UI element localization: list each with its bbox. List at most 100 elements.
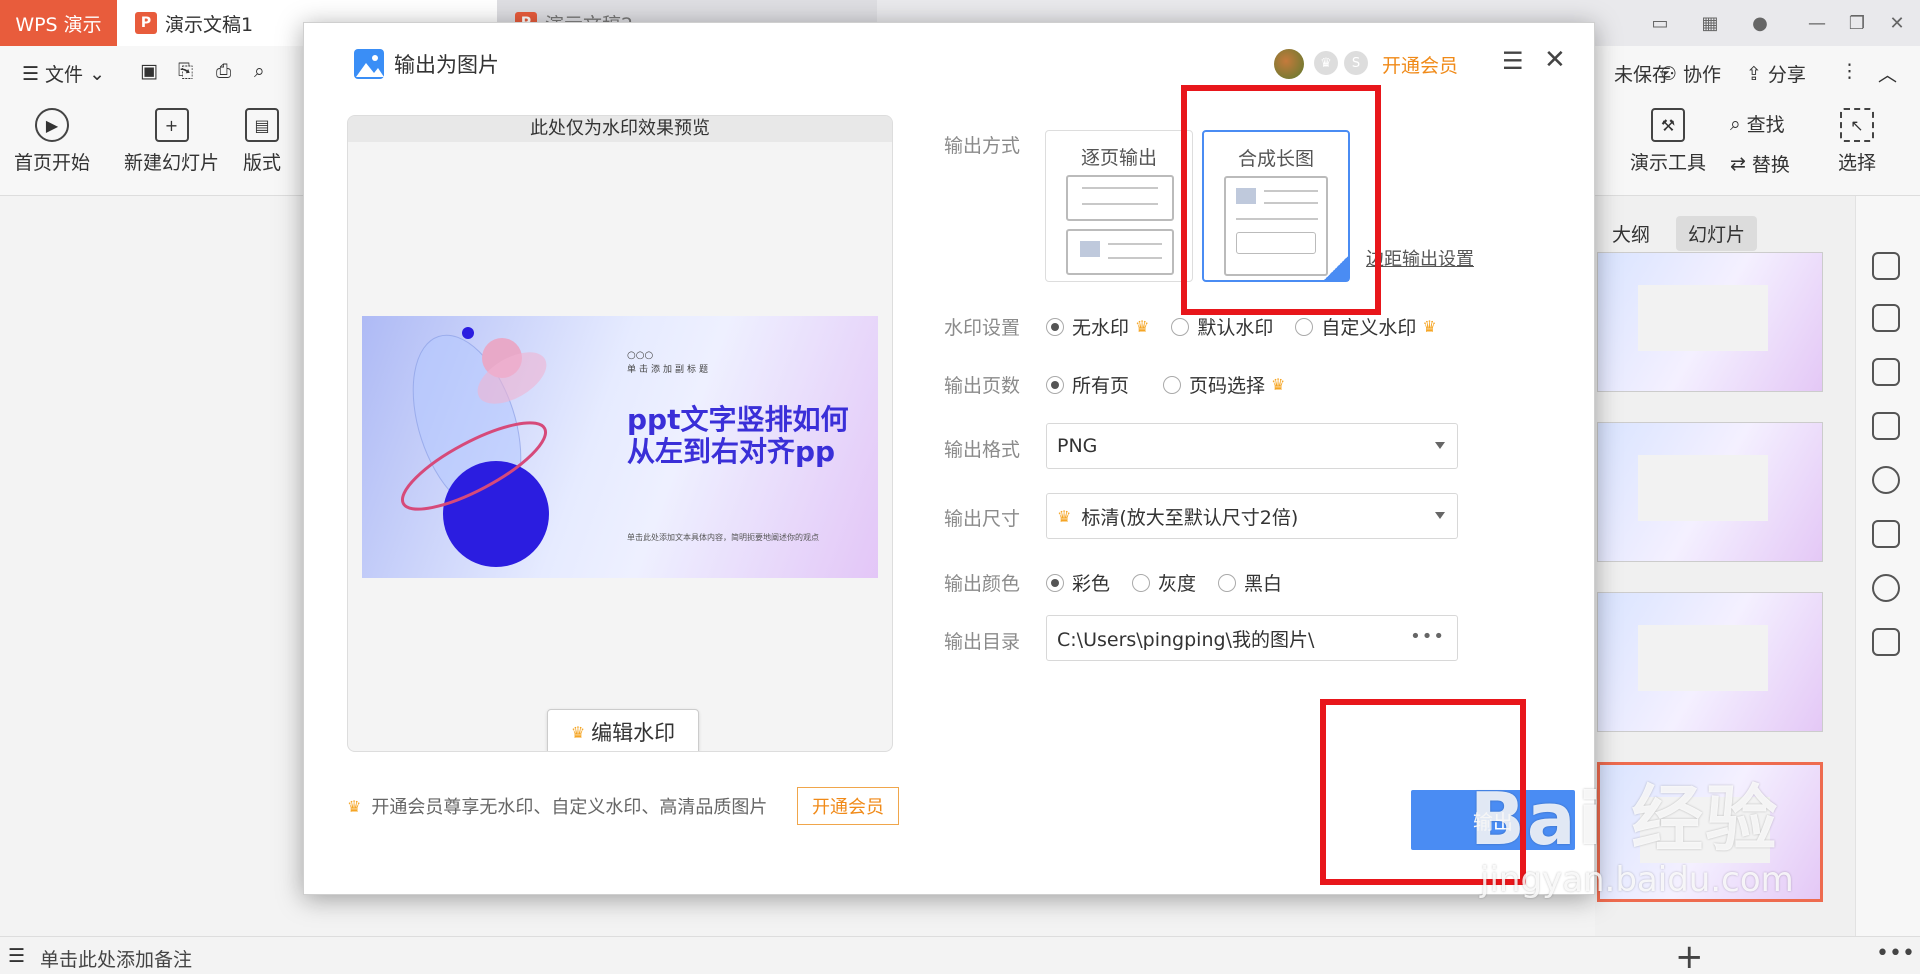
- dropdown-caret-icon: [1435, 512, 1445, 519]
- collapse-ribbon-icon[interactable]: ︿: [1878, 60, 1897, 87]
- open-vip-link[interactable]: 开通会员: [1382, 51, 1458, 78]
- crown-icon: ♛: [570, 722, 586, 742]
- presentation-tools-button[interactable]: ⚒ 演示工具: [1630, 108, 1706, 175]
- preview-header: 此处仅为水印效果预览: [348, 116, 892, 142]
- vip-crown-badge-icon: ♛: [1314, 51, 1338, 75]
- per-page-output-label: 逐页输出: [1080, 147, 1157, 169]
- crown-icon: ♛: [1057, 506, 1072, 526]
- new-slide-label: 新建幻灯片: [124, 152, 220, 174]
- pages-radio-group: 所有页 页码选择 ♛: [1046, 371, 1307, 398]
- slide-dots: ○○○: [627, 350, 654, 361]
- color-radio[interactable]: 彩色: [1046, 569, 1110, 596]
- output-format-value: PNG: [1057, 435, 1098, 457]
- open-vip-button[interactable]: 开通会员: [797, 787, 899, 825]
- play-from-start-button[interactable]: ▶ 首页开始: [14, 108, 90, 175]
- color-radio-group: 彩色 灰度 黑白: [1046, 569, 1304, 596]
- edit-watermark-button[interactable]: ♛ 编辑水印: [547, 709, 699, 751]
- file-menu[interactable]: ☰ 文件 ⌄: [22, 60, 105, 87]
- select-label: 选择: [1838, 152, 1877, 174]
- wps-home-tab[interactable]: WPS 演示: [0, 0, 117, 46]
- layout-label: 版式: [243, 152, 282, 174]
- super-vip-badge-icon: S: [1344, 51, 1368, 75]
- output-format-label: 输出格式: [944, 439, 1021, 461]
- all-pages-radio[interactable]: 所有页: [1046, 371, 1129, 398]
- collaborate-button[interactable]: ⚇ 协作: [1660, 60, 1721, 87]
- export-pdf-icon[interactable]: ⎘: [178, 60, 193, 82]
- find-label: 查找: [1746, 114, 1785, 136]
- lightning-icon[interactable]: [1872, 574, 1900, 602]
- grid-apps-icon[interactable]: ▦: [1696, 10, 1724, 36]
- person-icon: ⚇: [1660, 62, 1678, 85]
- dialog-menu-icon[interactable]: ☰: [1502, 47, 1524, 75]
- presentation-tools-label: 演示工具: [1630, 152, 1707, 174]
- image-icon[interactable]: [1872, 520, 1900, 548]
- tab-slides[interactable]: 幻灯片: [1676, 216, 1758, 251]
- custom-watermark-radio[interactable]: 自定义水印 ♛: [1295, 313, 1437, 340]
- select-button[interactable]: ↖ 选择: [1838, 108, 1876, 175]
- user-avatar[interactable]: ●: [1746, 10, 1774, 36]
- play-label: 首页开始: [14, 152, 91, 174]
- star-icon[interactable]: [1872, 358, 1900, 386]
- rocket-icon[interactable]: [1872, 252, 1900, 280]
- select-icon: ↖: [1840, 108, 1874, 142]
- radio-label: 所有页: [1072, 375, 1130, 397]
- print-icon[interactable]: ⎙: [216, 60, 231, 82]
- more-vertical-icon[interactable]: ⋮: [1840, 60, 1859, 82]
- collaborate-label: 协作: [1683, 64, 1722, 86]
- vip-promo-text: 开通会员尊享无水印、自定义水印、高清品质图片: [371, 797, 768, 818]
- add-slide-plus-icon[interactable]: +: [1675, 937, 1704, 974]
- save-icon[interactable]: ▣: [140, 60, 158, 82]
- black-white-radio[interactable]: 黑白: [1218, 569, 1282, 596]
- notes-icon: ☰: [8, 945, 26, 967]
- output-directory-field[interactable]: C:\Users\pingping\我的图片\ •••: [1046, 615, 1458, 661]
- output-format-select[interactable]: PNG: [1046, 423, 1458, 469]
- output-pages-label: 输出页数: [944, 375, 1021, 397]
- wps-tab-label: WPS 演示: [15, 13, 102, 36]
- dialog-title-text: 输出为图片: [394, 53, 499, 77]
- default-watermark-radio[interactable]: 默认水印: [1171, 313, 1273, 340]
- dialog-close-icon[interactable]: ✕: [1544, 45, 1566, 75]
- user-avatar[interactable]: [1274, 49, 1304, 79]
- presentation-tools-icon: ⚒: [1651, 108, 1685, 142]
- new-slide-button[interactable]: + 新建幻灯片: [124, 108, 219, 175]
- transition-icon[interactable]: [1872, 412, 1900, 440]
- page-selection-radio[interactable]: 页码选择 ♛: [1163, 371, 1285, 398]
- notes-placeholder[interactable]: 单击此处添加备注: [40, 945, 192, 972]
- help-icon[interactable]: [1872, 466, 1900, 494]
- sliders-icon[interactable]: [1872, 304, 1900, 332]
- watermark-preview: 此处仅为水印效果预览 ○○○ 单击添加副标题 ppt文字竖排如何从左到右对齐pp…: [347, 115, 893, 752]
- book-icon[interactable]: [1872, 628, 1900, 656]
- page-preview-icon: [1066, 175, 1174, 221]
- slide-thumbnail-selected[interactable]: [1597, 762, 1823, 902]
- output-size-select[interactable]: ♛ 标清(放大至默认尺寸2倍): [1046, 493, 1458, 539]
- replace-button[interactable]: ⇄ 替换: [1730, 150, 1790, 177]
- search-icon: ⌕: [1730, 112, 1741, 135]
- tab-outline[interactable]: 大纲: [1600, 216, 1662, 251]
- chevron-down-icon: ⌄: [89, 62, 105, 85]
- image-export-icon: [354, 49, 384, 79]
- slide-thumbnail[interactable]: [1597, 422, 1823, 562]
- more-icon[interactable]: •••: [1876, 941, 1915, 966]
- share-icon: ⇪: [1746, 62, 1762, 85]
- browse-more-icon[interactable]: •••: [1410, 626, 1445, 647]
- no-watermark-radio[interactable]: 无水印 ♛: [1046, 313, 1149, 340]
- slide-3d-decoration: [400, 327, 549, 567]
- margin-settings-link[interactable]: 边距输出设置: [1366, 245, 1474, 271]
- minimize-icon[interactable]: —: [1803, 10, 1831, 36]
- slide-thumbnail[interactable]: [1597, 592, 1823, 732]
- output-size-label: 输出尺寸: [944, 508, 1021, 530]
- per-page-output-option[interactable]: 逐页输出: [1045, 130, 1193, 282]
- slide-thumbnail[interactable]: [1597, 252, 1823, 392]
- print-preview-icon[interactable]: ⌕: [254, 60, 265, 82]
- grayscale-radio[interactable]: 灰度: [1132, 569, 1196, 596]
- restore-icon[interactable]: ❐: [1843, 10, 1871, 36]
- find-button[interactable]: ⌕ 查找: [1730, 110, 1785, 137]
- layout-button[interactable]: ▤ 版式: [243, 108, 281, 175]
- close-window-icon[interactable]: ✕: [1883, 10, 1911, 36]
- output-mode-label: 输出方式: [944, 135, 1021, 157]
- layout-switch-icon[interactable]: ▭: [1646, 10, 1674, 36]
- panel-tabs: 大纲 幻灯片: [1600, 216, 1758, 251]
- replace-label: 替换: [1751, 154, 1790, 176]
- share-button[interactable]: ⇪ 分享: [1746, 60, 1806, 87]
- new-slide-icon: +: [154, 108, 189, 142]
